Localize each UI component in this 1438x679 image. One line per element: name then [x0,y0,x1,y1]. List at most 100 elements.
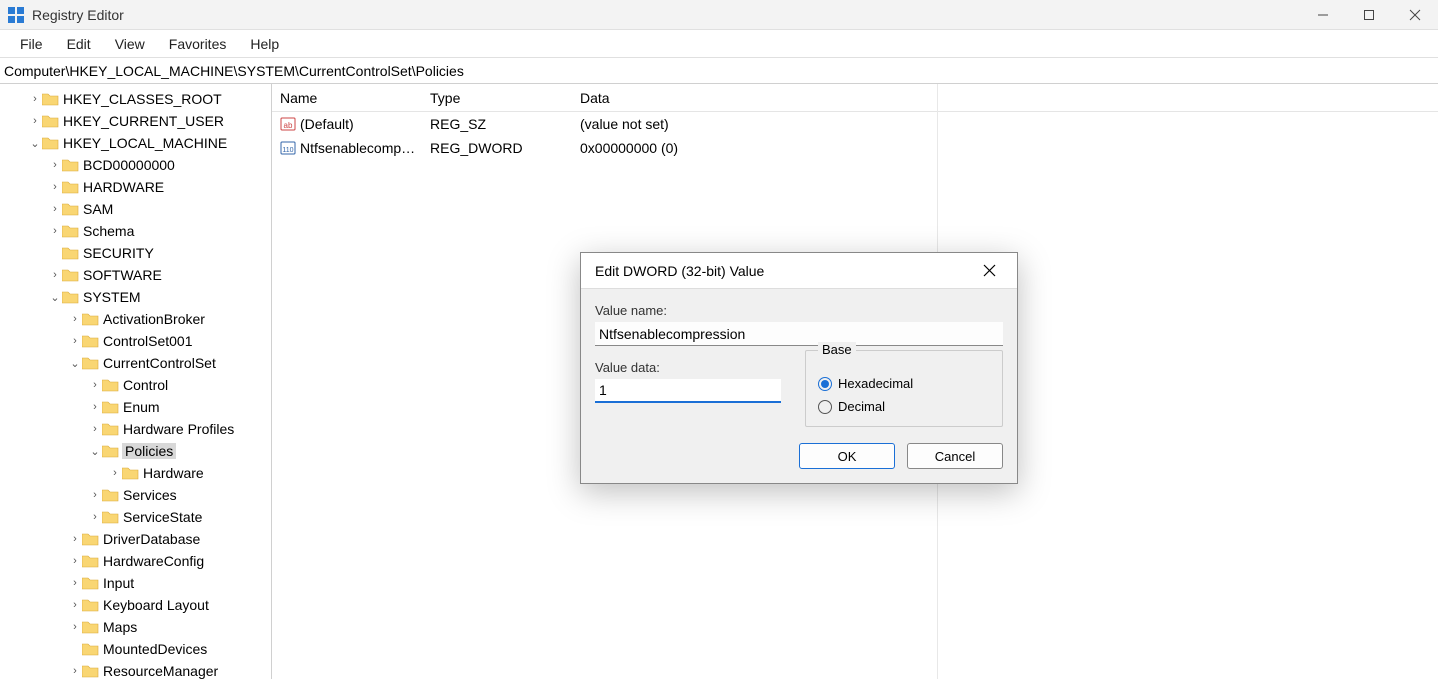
tree-item[interactable]: ›SOFTWARE [0,264,271,286]
chevron-right-icon[interactable]: › [68,599,82,611]
maximize-button[interactable] [1346,0,1392,30]
list-header: Name Type Data [272,84,1438,112]
chevron-right-icon[interactable]: › [88,401,102,413]
tree-item[interactable]: ›BCD00000000 [0,154,271,176]
chevron-right-icon[interactable]: › [68,533,82,545]
chevron-right-icon[interactable]: › [28,93,42,105]
tree-item-label: ServiceState [122,509,202,525]
folder-icon [62,290,79,304]
chevron-right-icon[interactable]: › [68,335,82,347]
tree-item[interactable]: ›ControlSet001 [0,330,271,352]
col-name[interactable]: Name [272,90,422,106]
chevron-right-icon[interactable]: › [68,621,82,633]
radio-label-hex: Hexadecimal [838,376,913,391]
chevron-right-icon[interactable]: › [88,423,102,435]
value-data-input[interactable] [595,379,781,403]
tree-item[interactable]: ⌄Policies [0,440,271,462]
tree-item[interactable]: › Maps [0,616,271,638]
tree-item[interactable]: ›HardwareConfig [0,550,271,572]
svg-text:ab: ab [284,121,293,130]
col-type[interactable]: Type [422,90,572,106]
chevron-down-icon[interactable]: ⌄ [28,137,42,150]
chevron-right-icon[interactable]: › [48,159,62,171]
chevron-right-icon[interactable]: › [88,379,102,391]
col-data[interactable]: Data [572,90,1438,106]
radio-decimal[interactable]: Decimal [818,399,990,414]
tree-item[interactable]: ›ResourceManager [0,660,271,679]
edit-dword-dialog: Edit DWORD (32-bit) Value Value name: Va… [580,252,1018,484]
tree-item[interactable]: › Hardware Profiles [0,418,271,440]
reg-binary-icon: 110 [280,140,296,156]
tree-item[interactable]: ›HKEY_CURRENT_USER [0,110,271,132]
tree-item-label: Maps [102,619,137,635]
tree-item[interactable]: ›HARDWARE [0,176,271,198]
folder-icon [82,334,99,348]
chevron-down-icon[interactable]: ⌄ [48,291,62,304]
menu-file[interactable]: File [8,32,55,56]
minimize-button[interactable] [1300,0,1346,30]
close-button[interactable] [1392,0,1438,30]
tree-item[interactable]: ›Enum [0,396,271,418]
radio-hexadecimal[interactable]: Hexadecimal [818,376,990,391]
folder-icon [82,664,99,678]
chevron-right-icon[interactable]: › [108,467,122,479]
radio-label-dec: Decimal [838,399,885,414]
chevron-right-icon[interactable]: › [68,577,82,589]
tree-item[interactable]: › Hardware [0,462,271,484]
tree-item[interactable]: MountedDevices [0,638,271,660]
tree-item[interactable]: › Schema [0,220,271,242]
tree-item[interactable]: ›Input [0,572,271,594]
cell-type: REG_SZ [422,116,572,132]
folder-icon [42,114,59,128]
chevron-right-icon[interactable]: › [48,181,62,193]
tree-item[interactable]: ›Control [0,374,271,396]
tree-item[interactable]: › HKEY_CLASSES_ROOT [0,88,271,110]
tree-item[interactable]: › DriverDatabase [0,528,271,550]
tree-item[interactable]: ›ActivationBroker [0,308,271,330]
tree-item-label: Hardware [142,465,204,481]
chevron-down-icon[interactable]: ⌄ [88,445,102,458]
chevron-right-icon[interactable]: › [88,489,102,501]
tree-item[interactable]: ⌄SYSTEM [0,286,271,308]
dialog-close-button[interactable] [975,257,1003,285]
ok-button[interactable]: OK [799,443,895,469]
folder-icon [62,246,79,260]
tree-item[interactable]: ›SAM [0,198,271,220]
menu-help[interactable]: Help [238,32,291,56]
chevron-right-icon[interactable]: › [48,225,62,237]
tree-item-label: Hardware Profiles [122,421,234,437]
tree-item-label: HKEY_CLASSES_ROOT [62,91,222,107]
tree-item-label: Schema [82,223,134,239]
cancel-button[interactable]: Cancel [907,443,1003,469]
chevron-right-icon[interactable]: › [28,115,42,127]
value-name-input[interactable] [595,322,1003,346]
menu-view[interactable]: View [103,32,157,56]
tree-item-label: DriverDatabase [102,531,200,547]
cell-data: (value not set) [572,116,1438,132]
folder-icon [62,202,79,216]
folder-icon [102,378,119,392]
value-name-label: Value name: [595,303,1003,318]
tree-pane[interactable]: › HKEY_CLASSES_ROOT ›HKEY_CURRENT_USER⌄HKE… [0,84,272,679]
tree-item[interactable]: ›Services [0,484,271,506]
chevron-right-icon[interactable]: › [68,665,82,677]
tree-item[interactable]: › ServiceState [0,506,271,528]
tree-item[interactable]: SECURITY [0,242,271,264]
menu-favorites[interactable]: Favorites [157,32,239,56]
address-bar[interactable]: Computer\HKEY_LOCAL_MACHINE\SYSTEM\Curre… [0,58,1438,84]
chevron-right-icon[interactable]: › [68,555,82,567]
chevron-right-icon[interactable]: › [48,203,62,215]
list-row[interactable]: 110Ntfsenablecomp…REG_DWORD0x00000000 (0… [272,136,1438,160]
dialog-title: Edit DWORD (32-bit) Value [595,263,764,279]
chevron-down-icon[interactable]: ⌄ [68,357,82,370]
folder-icon [102,400,119,414]
tree-item[interactable]: ⌄CurrentControlSet [0,352,271,374]
tree-item[interactable]: ›Keyboard Layout [0,594,271,616]
tree-item[interactable]: ⌄HKEY_LOCAL_MACHINE [0,132,271,154]
chevron-right-icon[interactable]: › [88,511,102,523]
chevron-right-icon[interactable]: › [48,269,62,281]
list-row[interactable]: ab(Default)REG_SZ(value not set) [272,112,1438,136]
chevron-right-icon[interactable]: › [68,313,82,325]
menu-edit[interactable]: Edit [55,32,103,56]
folder-icon [62,268,79,282]
